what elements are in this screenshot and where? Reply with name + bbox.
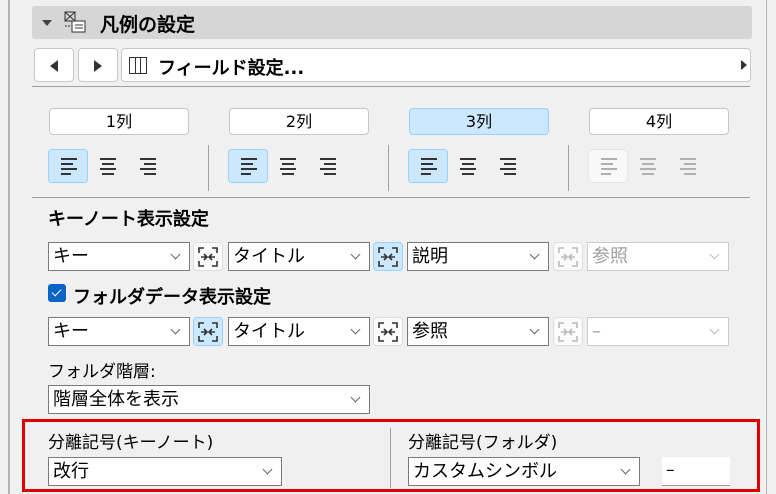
chevron-down-icon xyxy=(620,464,631,475)
keynote-separator-select[interactable]: 改行 xyxy=(48,457,282,486)
next-button[interactable] xyxy=(78,48,118,82)
link-icon[interactable] xyxy=(193,317,223,346)
keynote-field-1-select[interactable]: キー xyxy=(48,242,190,271)
column-1-button[interactable]: 1列 xyxy=(49,108,189,135)
align-right-icon xyxy=(668,149,708,183)
section-header[interactable]: 凡例の設定 xyxy=(32,6,752,39)
chevron-down-icon xyxy=(170,324,181,335)
select-value: 階層全体を表示 xyxy=(53,389,179,410)
keynote-field-2-select[interactable]: タイトル xyxy=(228,242,370,271)
select-value: キー xyxy=(53,321,89,342)
panel-left-border xyxy=(8,0,10,494)
chevron-down-icon xyxy=(350,392,361,403)
align-left-icon[interactable] xyxy=(408,149,448,183)
chevron-down-icon xyxy=(529,324,540,335)
link-icon xyxy=(553,317,583,346)
column-3-button[interactable]: 3列 xyxy=(409,108,549,135)
chevron-down-icon xyxy=(350,324,361,335)
field-settings-label: フィールド設定... xyxy=(158,58,305,79)
folder-data-checkbox[interactable] xyxy=(48,284,66,302)
legend-icon xyxy=(64,11,86,33)
select-value: タイトル xyxy=(233,321,305,342)
divider xyxy=(32,86,750,87)
align-center-icon xyxy=(628,149,668,183)
folder-separator-label: 分離記号(フォルダ) xyxy=(408,433,558,453)
select-value: – xyxy=(592,321,601,342)
folder-field-1-select[interactable]: キー xyxy=(48,317,190,346)
field-settings-button[interactable]: フィールド設定... xyxy=(121,48,751,82)
link-icon xyxy=(553,242,583,271)
divider xyxy=(32,197,750,198)
link-icon[interactable] xyxy=(373,317,403,346)
align-left-icon[interactable] xyxy=(48,149,88,183)
folder-field-2-select[interactable]: タイトル xyxy=(228,317,370,346)
keynote-field-3-select[interactable]: 説明 xyxy=(407,242,549,271)
align-center-icon[interactable] xyxy=(268,149,308,183)
select-value: 参照 xyxy=(412,321,448,342)
select-value: 参照 xyxy=(592,246,628,267)
align-center-icon[interactable] xyxy=(88,149,128,183)
divider xyxy=(208,145,209,191)
chevron-down-icon xyxy=(709,249,720,260)
chevron-down-icon xyxy=(170,249,181,260)
folder-hierarchy-select[interactable]: 階層全体を表示 xyxy=(48,385,370,414)
keynote-field-4-select: 参照 xyxy=(587,242,729,271)
folder-separator-select[interactable]: カスタムシンボル xyxy=(408,457,640,486)
chevron-down-icon xyxy=(350,249,361,260)
divider xyxy=(388,145,389,191)
columns-icon xyxy=(129,57,147,74)
keynote-heading: キーノート表示設定 xyxy=(48,209,209,230)
align-right-icon[interactable] xyxy=(488,149,528,183)
align-right-icon[interactable] xyxy=(308,149,348,183)
folder-hierarchy-label: フォルダ階層: xyxy=(48,362,156,382)
chevron-down-icon xyxy=(262,464,273,475)
collapse-triangle-icon[interactable] xyxy=(42,20,52,26)
select-value: タイトル xyxy=(233,246,305,267)
select-value: 説明 xyxy=(412,246,448,267)
select-value: 改行 xyxy=(53,461,89,482)
column-2-button[interactable]: 2列 xyxy=(229,108,369,135)
triangle-left-icon xyxy=(50,60,58,72)
divider xyxy=(390,428,391,488)
link-icon[interactable] xyxy=(193,242,223,271)
divider xyxy=(568,145,569,191)
keynote-separator-label: 分離記号(キーノート) xyxy=(48,433,214,453)
select-value: カスタムシンボル xyxy=(413,461,557,482)
custom-symbol-input[interactable]: – xyxy=(662,457,730,486)
folder-data-label: フォルダデータ表示設定 xyxy=(73,287,271,308)
previous-button[interactable] xyxy=(34,48,74,82)
align-left-icon xyxy=(588,149,628,183)
panel-scrollbar-edge xyxy=(766,0,767,494)
chevron-down-icon xyxy=(529,249,540,260)
triangle-right-icon xyxy=(94,60,102,72)
folder-field-4-select: – xyxy=(587,317,729,346)
link-icon[interactable] xyxy=(373,242,403,271)
align-center-icon[interactable] xyxy=(448,149,488,183)
align-right-icon[interactable] xyxy=(128,149,168,183)
folder-field-3-select[interactable]: 参照 xyxy=(407,317,549,346)
align-left-icon[interactable] xyxy=(228,149,268,183)
triangle-right-icon xyxy=(741,60,747,70)
column-4-button[interactable]: 4列 xyxy=(589,108,729,135)
section-title: 凡例の設定 xyxy=(100,14,196,36)
chevron-down-icon xyxy=(709,324,720,335)
select-value: キー xyxy=(53,246,89,267)
